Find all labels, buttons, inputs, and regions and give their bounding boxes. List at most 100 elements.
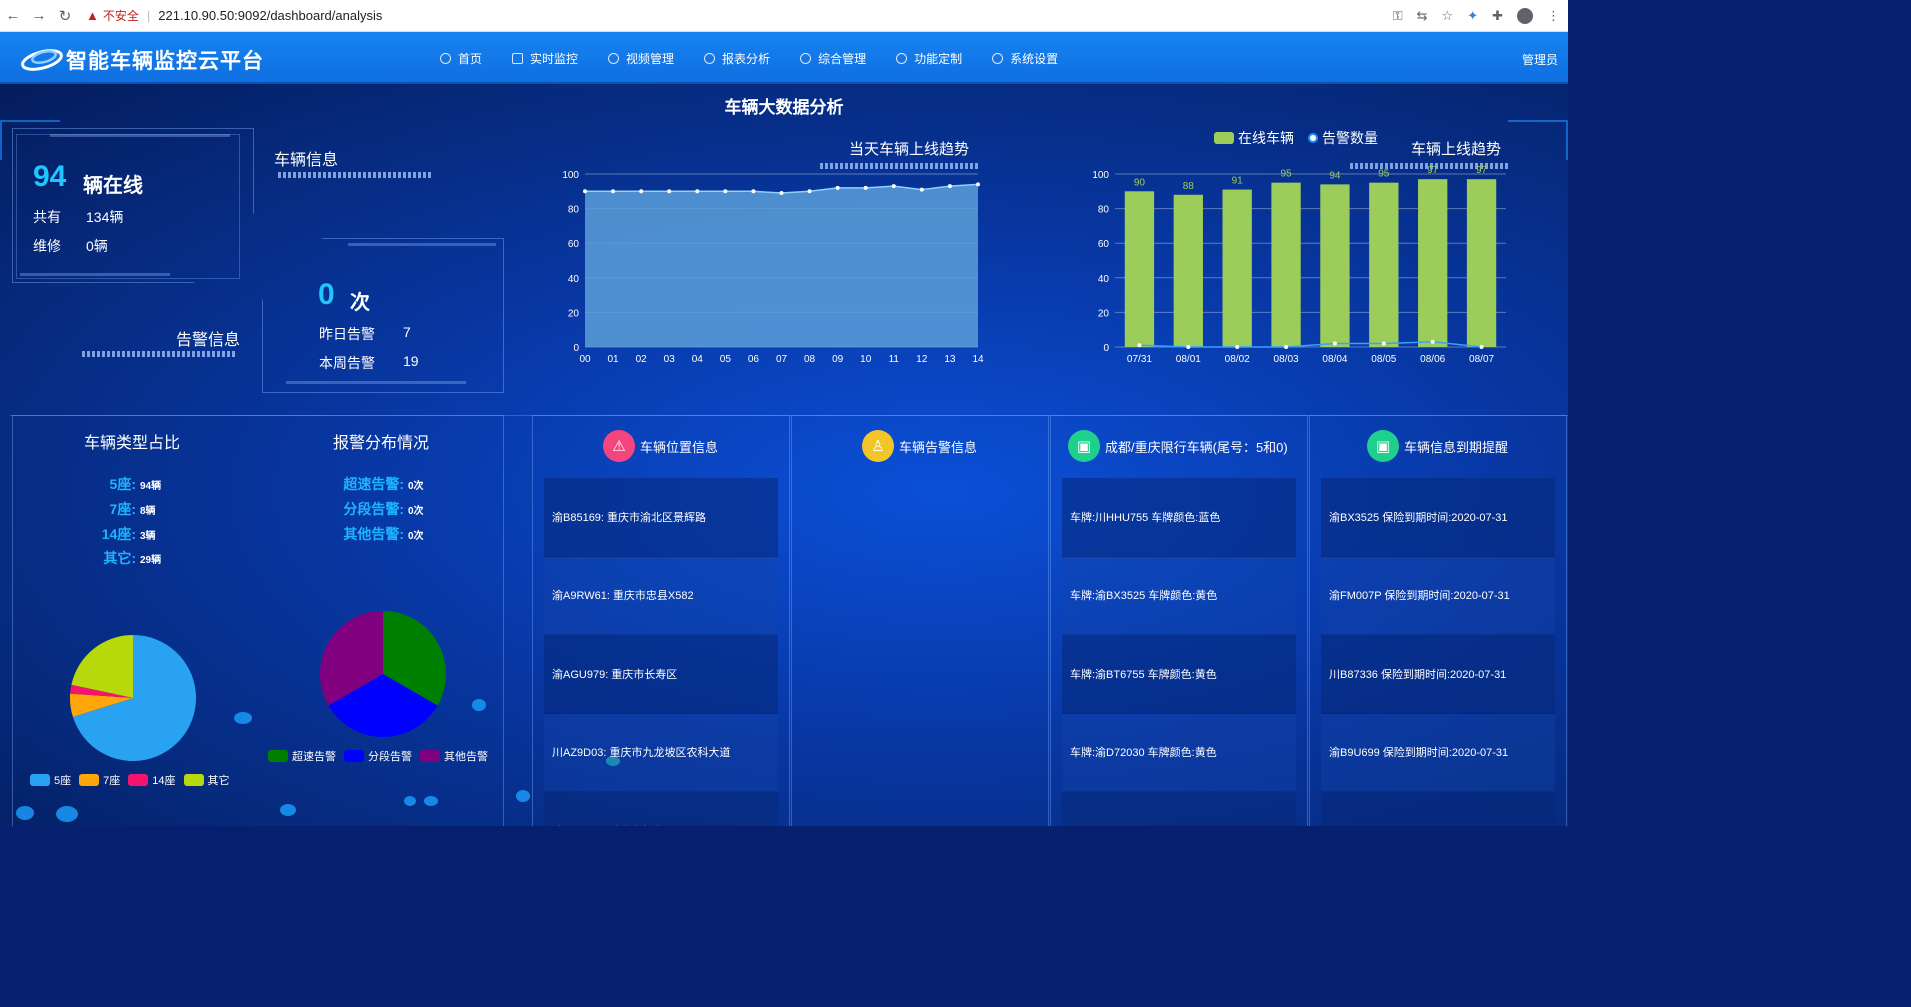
list-item[interactable]: 车牌:渝BX3525 车牌颜色:黄色 bbox=[1062, 556, 1296, 635]
nav-settings[interactable]: 系统设置 bbox=[992, 50, 1058, 67]
dashboard-title: 车辆大数据分析 bbox=[724, 98, 844, 117]
legend-item[interactable]: 14座 bbox=[128, 772, 176, 788]
bus-icon: ▣ bbox=[1367, 430, 1399, 462]
user-menu[interactable]: 管理员 bbox=[1522, 51, 1558, 68]
bar-chart-legend: 在线车辆 告警数量 bbox=[1214, 128, 1378, 148]
expiry-list[interactable]: 渝BX3525 保险到期时间:2020-07-31 渝FM007P 保险到期时间… bbox=[1321, 478, 1555, 826]
nav-label: 首页 bbox=[458, 51, 483, 66]
location-panel-title: 车辆位置信息 bbox=[640, 439, 719, 455]
bar bbox=[1271, 182, 1301, 347]
list-item[interactable]: 车牌:川HHU755 车牌颜色:蓝色 bbox=[1062, 478, 1296, 557]
nav-manage[interactable]: 综合管理 bbox=[800, 50, 866, 67]
manage-icon bbox=[800, 52, 812, 64]
legend-alarm[interactable]: 告警数量 bbox=[1322, 128, 1378, 148]
legend-item[interactable]: 其它 bbox=[183, 772, 230, 788]
x-tick-label: 07 bbox=[776, 354, 788, 365]
legend-item[interactable]: 超速告警 bbox=[268, 748, 336, 764]
vehicle-info-label: 车辆信息 bbox=[274, 152, 339, 169]
alarm-dist-title: 报警分布情况 bbox=[333, 435, 430, 452]
legend-item[interactable]: 分段告警 bbox=[344, 748, 412, 764]
extension-icon[interactable]: ✦ bbox=[1467, 8, 1478, 24]
x-tick-label: 08/07 bbox=[1469, 354, 1494, 365]
alerts-panel bbox=[791, 415, 1049, 826]
nav-report[interactable]: 报表分析 bbox=[704, 50, 770, 67]
monitor-icon bbox=[512, 52, 524, 64]
forward-icon[interactable]: → bbox=[26, 7, 52, 24]
list-item[interactable]: 渝A9RW61: 重庆市忠县X582 bbox=[544, 556, 778, 635]
frame-bar bbox=[50, 134, 230, 137]
back-icon[interactable]: ← bbox=[0, 7, 26, 24]
data-point bbox=[891, 184, 896, 189]
data-point bbox=[863, 185, 868, 190]
list-item[interactable]: 渝AGU979: 重庆市长寿区 bbox=[544, 635, 778, 714]
nav-home[interactable]: 首页 bbox=[440, 50, 482, 67]
vehicle-type-pie bbox=[70, 635, 196, 761]
nav-monitor[interactable]: 实时监控 bbox=[512, 50, 578, 67]
location-list[interactable]: 渝B85169: 重庆市渝北区景辉路 渝A9RW61: 重庆市忠县X582 渝A… bbox=[544, 478, 778, 826]
list-item[interactable]: 车牌:渝BT6755 车牌颜色:黄色 bbox=[1062, 635, 1296, 714]
x-tick-label: 08/04 bbox=[1322, 354, 1347, 365]
translate-icon[interactable]: ⇆ bbox=[1417, 8, 1428, 24]
repair-value: 0辆 bbox=[86, 238, 108, 254]
bar-value-label: 91 bbox=[1232, 176, 1244, 187]
list-item[interactable]: 川B87336 保险到期时间:2020-07-31 bbox=[1321, 635, 1555, 714]
legend-item[interactable]: 其他告警 bbox=[420, 748, 488, 764]
total-label: 共有 bbox=[33, 209, 61, 225]
bar bbox=[1418, 179, 1448, 347]
y-tick-label: 60 bbox=[568, 239, 580, 250]
nav-label: 功能定制 bbox=[914, 51, 963, 66]
alarm-row-speed: 超速告警: 0次 bbox=[300, 474, 424, 494]
list-item[interactable]: 川AZ9D03: 重庆市九龙坡区农科大道 bbox=[544, 713, 778, 792]
x-tick-label: 12 bbox=[916, 354, 928, 365]
reload-icon[interactable]: ↻ bbox=[52, 7, 78, 25]
key-icon[interactable]: ⚿ bbox=[1393, 8, 1403, 24]
today-trend-title: 当天车辆上线趋势 bbox=[849, 141, 970, 158]
browser-actions: ⚿ ⇆ ☆ ✦ ✚ ⋮ bbox=[1393, 0, 1560, 32]
nav-video[interactable]: 视频管理 bbox=[608, 50, 674, 67]
address-bar[interactable]: ▲ 不安全 | 221.10.90.50:9092/dashboard/anal… bbox=[86, 7, 382, 24]
profile-icon[interactable] bbox=[1517, 8, 1533, 24]
puzzle-icon[interactable]: ✚ bbox=[1492, 8, 1503, 24]
legend-item[interactable]: 5座 bbox=[30, 772, 71, 788]
list-item[interactable]: 车牌:渝D72030 车牌颜色:黄色 bbox=[1062, 713, 1296, 792]
address-separator: | bbox=[146, 8, 151, 23]
alarm-value: 0次 bbox=[408, 506, 424, 517]
list-item[interactable]: 渝B85169: 重庆市渝北区景辉路 bbox=[544, 478, 778, 557]
bar-value-label: 95 bbox=[1281, 169, 1293, 180]
restricted-list[interactable]: 车牌:川HHU755 车牌颜色:蓝色 车牌:渝BX3525 车牌颜色:黄色 车牌… bbox=[1062, 478, 1296, 826]
frame-bar bbox=[20, 273, 170, 276]
legend-online[interactable]: 在线车辆 bbox=[1238, 128, 1294, 148]
legend-swatch bbox=[79, 774, 100, 786]
list-item[interactable]: 渝FM007P 保险到期时间:2020-07-31 bbox=[1321, 556, 1555, 635]
list-item[interactable]: 渝B9U699 保险到期时间:2020-07-31 bbox=[1321, 713, 1555, 792]
list-item bbox=[1062, 792, 1296, 826]
online-unit: 辆在线 bbox=[83, 175, 143, 197]
alarm-info-label: 告警信息 bbox=[176, 332, 241, 349]
frame-bar bbox=[348, 243, 496, 246]
custom-icon bbox=[896, 52, 908, 64]
alarm-value: 0次 bbox=[408, 481, 424, 492]
url-text[interactable]: 221.10.90.50:9092/dashboard/analysis bbox=[158, 8, 382, 23]
alarm-point bbox=[1430, 339, 1435, 344]
online-count: 94 bbox=[33, 160, 67, 193]
y-tick-label: 20 bbox=[1098, 308, 1110, 319]
area-fill bbox=[585, 184, 978, 347]
star-icon[interactable]: ☆ bbox=[1442, 8, 1454, 24]
nav-label: 综合管理 bbox=[818, 51, 867, 66]
legend-item[interactable]: 7座 bbox=[79, 772, 120, 788]
x-tick-label: 09 bbox=[832, 354, 844, 365]
type-label: 其它: bbox=[103, 550, 136, 566]
bus-icon: ▣ bbox=[1068, 430, 1100, 462]
video-icon bbox=[608, 52, 620, 64]
alarm-label: 超速告警: bbox=[343, 476, 404, 492]
nav-label: 系统设置 bbox=[1010, 51, 1059, 66]
data-point bbox=[723, 189, 728, 194]
list-item[interactable]: 渝BX3525 保险到期时间:2020-07-31 bbox=[1321, 478, 1555, 557]
legend-swatch bbox=[420, 750, 440, 762]
bar bbox=[1466, 179, 1497, 347]
list-item[interactable]: 渝DE1017: 重庆市长寿区 bbox=[544, 792, 778, 826]
decor-bubble bbox=[516, 790, 530, 802]
nav-custom[interactable]: 功能定制 bbox=[896, 50, 962, 67]
menu-icon[interactable]: ⋮ bbox=[1547, 8, 1560, 24]
data-point bbox=[976, 182, 980, 187]
